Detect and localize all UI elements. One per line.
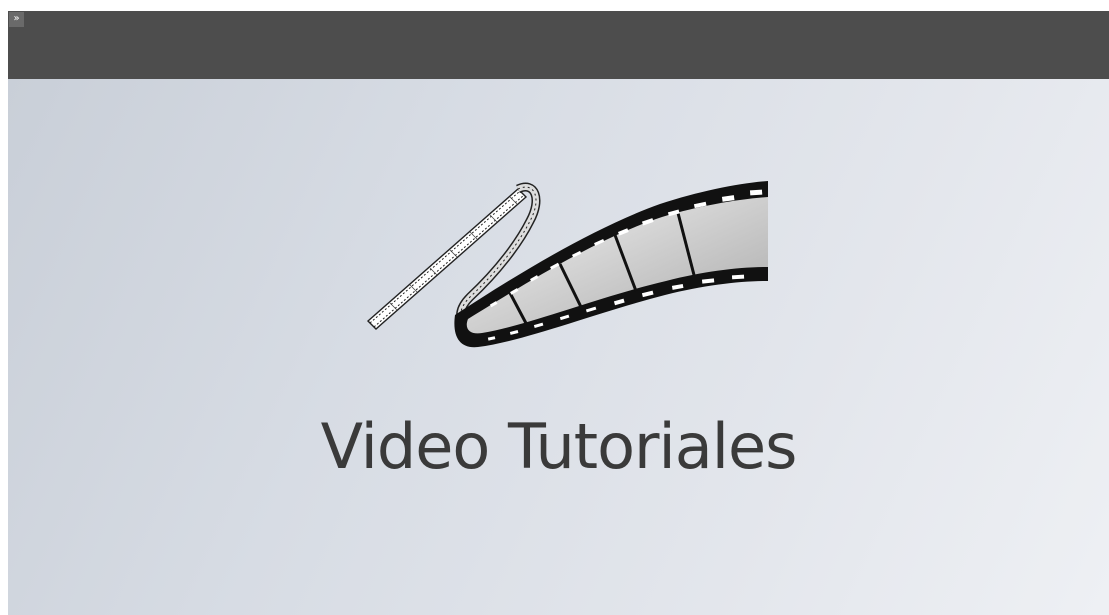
viewer-frame: » Video Tutoriales [8, 11, 1109, 615]
page-title: Video Tutoriales [320, 410, 798, 483]
slide-content: Video Tutoriales [8, 79, 1109, 615]
film-strip-icon [366, 181, 768, 348]
double-chevron-right-icon: » [13, 13, 20, 24]
top-toolbar: » [8, 11, 1109, 79]
expand-panel-button[interactable]: » [9, 12, 24, 27]
